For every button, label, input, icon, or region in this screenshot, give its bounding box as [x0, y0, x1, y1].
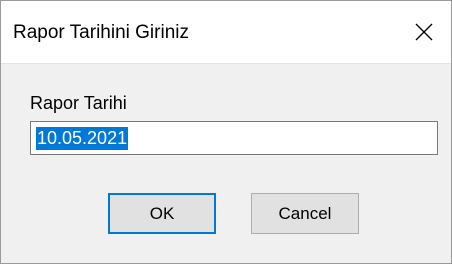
report-date-dialog: Rapor Tarihini Giriniz Rapor Tarihi 10.0… [0, 0, 452, 264]
cancel-button[interactable]: Cancel [251, 193, 359, 234]
report-date-label: Rapor Tarihi [30, 93, 127, 113]
title-bar: Rapor Tarihini Giriniz [1, 1, 451, 64]
close-icon [415, 23, 433, 41]
report-date-value: 10.05.2021 [36, 127, 129, 150]
report-date-input[interactable]: 10.05.2021 [30, 121, 438, 155]
close-button[interactable] [407, 15, 441, 49]
ok-button[interactable]: OK [108, 193, 216, 234]
dialog-title: Rapor Tarihini Giriniz [13, 22, 189, 43]
